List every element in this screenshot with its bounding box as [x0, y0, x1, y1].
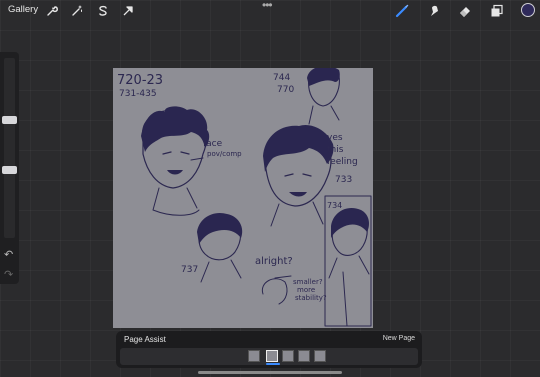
annotation-744: 744	[273, 73, 290, 83]
redo-icon[interactable]: ↷	[4, 268, 13, 281]
annotation-face: face	[203, 139, 223, 149]
annotation-734: 734	[327, 201, 342, 210]
annotation-stability: stability?	[295, 294, 327, 302]
transform-icon[interactable]	[120, 3, 136, 19]
page-thumbnail-active[interactable]	[266, 350, 278, 362]
sketch-artwork: 720-23 731-435 face pov/comp 744 770 yes	[117, 68, 372, 327]
annotation-yes: yes	[327, 133, 343, 143]
page-thumbnail[interactable]	[298, 350, 310, 362]
annotation-733: 733	[335, 175, 352, 185]
magic-wand-icon[interactable]	[69, 3, 85, 19]
left-sidebar: ↶ ↷	[0, 52, 19, 284]
annotation-720-23: 720-23	[117, 73, 163, 88]
layers-icon[interactable]	[489, 3, 505, 19]
home-indicator[interactable]	[198, 371, 342, 374]
active-page-indicator	[266, 363, 280, 365]
eraser-icon[interactable]	[457, 3, 473, 19]
top-toolbar: Gallery •••	[0, 0, 540, 22]
new-page-button[interactable]: New Page	[383, 335, 415, 342]
annotation-feeling: feeling	[327, 157, 358, 167]
annotation-more: more	[297, 286, 315, 294]
brush-size-handle[interactable]	[2, 116, 17, 124]
opacity-handle[interactable]	[2, 166, 17, 174]
selection-icon[interactable]	[95, 3, 111, 19]
page-assist-title: Page Assist	[124, 335, 166, 344]
undo-icon[interactable]: ↶	[4, 248, 13, 261]
drawing-canvas[interactable]: 720-23 731-435 face pov/comp 744 770 yes	[113, 68, 373, 328]
page-assist-panel: Page Assist New Page	[116, 331, 422, 368]
more-options-icon[interactable]: •••	[262, 0, 273, 12]
annotation-this: this	[327, 145, 344, 155]
brush-icon[interactable]	[394, 3, 410, 19]
annotation-pov-comp: pov/comp	[207, 150, 242, 158]
gallery-button[interactable]: Gallery	[8, 4, 38, 15]
annotation-alright: alright?	[255, 256, 293, 267]
page-thumbnail[interactable]	[248, 350, 260, 362]
page-thumbnail[interactable]	[314, 350, 326, 362]
wrench-icon[interactable]	[44, 3, 60, 19]
annotation-smaller: smaller?	[293, 278, 323, 286]
annotation-737: 737	[181, 265, 198, 275]
page-thumbnail-strip	[120, 348, 418, 365]
annotation-770: 770	[277, 85, 294, 95]
page-thumbnail[interactable]	[282, 350, 294, 362]
annotation-731-435: 731-435	[119, 89, 157, 99]
smudge-icon[interactable]	[426, 3, 442, 19]
color-picker[interactable]	[521, 3, 535, 17]
